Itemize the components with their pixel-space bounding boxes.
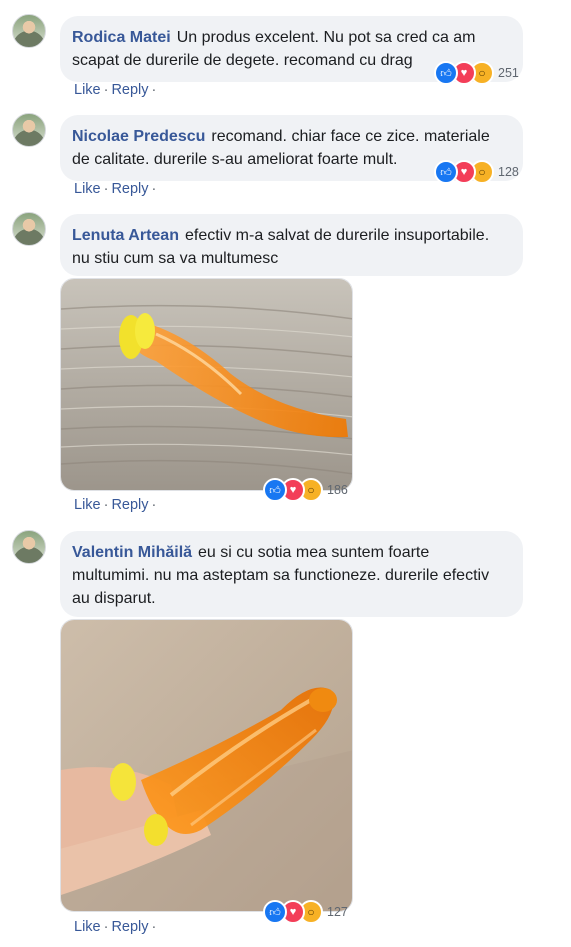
avatar[interactable]	[12, 14, 46, 48]
separator: ·	[151, 82, 157, 98]
like-link[interactable]: Like	[74, 919, 101, 935]
comment-bubble: Valentin Mihăilă eu si cu sotia mea sunte…	[60, 531, 523, 617]
reaction-summary[interactable]: 👍︎ ♥ ○ 127	[263, 900, 348, 924]
reaction-summary[interactable]: 👍︎ ♥ ○ 186	[263, 478, 348, 502]
comment-photo[interactable]	[60, 619, 353, 912]
avatar[interactable]	[12, 113, 46, 147]
reaction-summary[interactable]: 👍︎ ♥ ○ 128	[434, 160, 519, 184]
reply-link[interactable]: Reply	[111, 919, 148, 935]
comment-actions: Like · Reply ·	[74, 497, 159, 513]
like-icon: 👍︎	[434, 160, 458, 184]
like-link[interactable]: Like	[74, 181, 101, 197]
avatar[interactable]	[12, 212, 46, 246]
comment-actions: Like · Reply ·	[74, 82, 159, 98]
reaction-count: 251	[498, 66, 519, 80]
massager-photo	[61, 620, 352, 911]
comment-actions: Like · Reply ·	[74, 919, 159, 935]
comment-actions: Like · Reply ·	[74, 181, 159, 197]
separator: ·	[103, 181, 109, 197]
separator: ·	[103, 497, 109, 513]
massager-photo	[61, 279, 352, 490]
reaction-summary[interactable]: 👍︎ ♥ ○ 251	[434, 61, 519, 85]
reaction-count: 127	[327, 905, 348, 919]
separator: ·	[151, 919, 157, 935]
separator: ·	[151, 181, 157, 197]
reply-link[interactable]: Reply	[111, 497, 148, 513]
reaction-count: 128	[498, 165, 519, 179]
comment-author[interactable]: Rodica Matei	[72, 29, 171, 46]
like-link[interactable]: Like	[74, 497, 101, 513]
comment-bubble: Lenuta Artean efectiv m-a salvat de durer…	[60, 214, 523, 276]
comment-photo[interactable]	[60, 278, 353, 491]
separator: ·	[103, 919, 109, 935]
like-icon: 👍︎	[263, 478, 287, 502]
separator: ·	[103, 82, 109, 98]
avatar[interactable]	[12, 530, 46, 564]
reply-link[interactable]: Reply	[111, 181, 148, 197]
like-icon: 👍︎	[263, 900, 287, 924]
like-icon: 👍︎	[434, 61, 458, 85]
comment-author[interactable]: Lenuta Artean	[72, 227, 179, 244]
separator: ·	[151, 497, 157, 513]
like-link[interactable]: Like	[74, 82, 101, 98]
comment-author[interactable]: Nicolae Predescu	[72, 128, 205, 145]
reaction-count: 186	[327, 483, 348, 497]
comment-author[interactable]: Valentin Mihăilă	[72, 544, 192, 561]
reply-link[interactable]: Reply	[111, 82, 148, 98]
